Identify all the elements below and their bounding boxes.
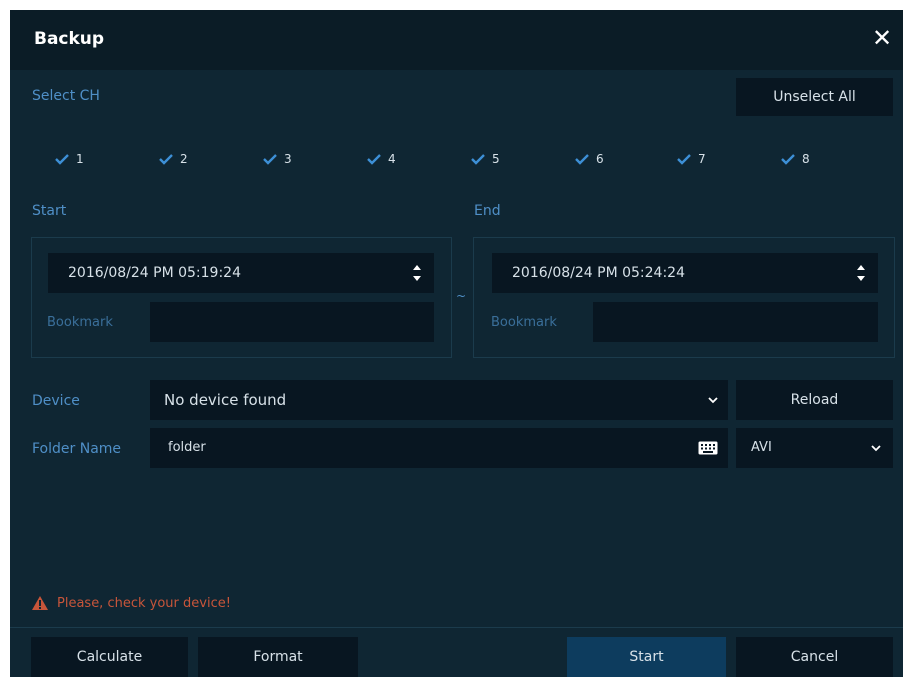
folder-name-label: Folder Name xyxy=(32,441,122,457)
end-bookmark-label: Bookmark xyxy=(491,315,557,330)
channel-label: 3 xyxy=(284,152,292,166)
warning-icon xyxy=(32,596,48,610)
channel-label: 7 xyxy=(698,152,706,166)
check-icon xyxy=(471,154,485,165)
chevron-down-icon xyxy=(871,445,881,452)
check-icon xyxy=(367,154,381,165)
select-ch-label: Select CH xyxy=(32,88,100,104)
device-select-value: No device found xyxy=(164,391,287,409)
check-icon xyxy=(263,154,277,165)
device-label: Device xyxy=(32,393,80,409)
backup-dialog: Backup ✕ Select CH Unselect All 1 2 3 4 … xyxy=(10,10,903,677)
end-datetime-field[interactable]: 2016/08/24 PM 05:24:24 xyxy=(492,253,878,293)
device-select[interactable]: No device found xyxy=(150,380,728,420)
end-label: End xyxy=(474,203,501,219)
format-button[interactable]: Format xyxy=(198,637,358,677)
channel-checkbox-6[interactable]: 6 xyxy=(574,152,604,166)
start-label: Start xyxy=(32,203,67,219)
channel-checkbox-5[interactable]: 5 xyxy=(470,152,500,166)
up-down-spinner-icon[interactable] xyxy=(856,263,866,283)
check-icon xyxy=(575,154,589,165)
channel-checkbox-1[interactable]: 1 xyxy=(54,152,84,166)
warning-message: Please, check your device! xyxy=(31,595,231,611)
title-bar: Backup ✕ xyxy=(10,10,903,70)
file-format-select[interactable]: AVI xyxy=(736,428,893,468)
calculate-button[interactable]: Calculate xyxy=(31,637,188,677)
close-icon[interactable]: ✕ xyxy=(869,25,895,51)
range-separator: ~ xyxy=(456,289,467,303)
warning-text: Please, check your device! xyxy=(57,595,231,611)
channel-checkbox-3[interactable]: 3 xyxy=(262,152,292,166)
cancel-button[interactable]: Cancel xyxy=(736,637,893,677)
channel-label: 1 xyxy=(76,152,84,166)
channel-checkbox-4[interactable]: 4 xyxy=(366,152,396,166)
start-bookmark-label: Bookmark xyxy=(47,315,113,330)
folder-name-value: folder xyxy=(168,440,206,455)
channel-checkbox-8[interactable]: 8 xyxy=(780,152,810,166)
start-bookmark-input[interactable] xyxy=(150,302,434,342)
start-datetime-field[interactable]: 2016/08/24 PM 05:19:24 xyxy=(48,253,434,293)
file-format-value: AVI xyxy=(751,440,772,455)
channel-label: 8 xyxy=(802,152,810,166)
reload-button[interactable]: Reload xyxy=(736,380,893,420)
check-icon xyxy=(677,154,691,165)
channel-checkbox-2[interactable]: 2 xyxy=(158,152,188,166)
end-bookmark-input[interactable] xyxy=(593,302,878,342)
dialog-title: Backup xyxy=(34,29,105,49)
keyboard-icon[interactable] xyxy=(698,441,718,455)
start-datetime-value: 2016/08/24 PM 05:19:24 xyxy=(68,265,241,281)
end-datetime-value: 2016/08/24 PM 05:24:24 xyxy=(512,265,685,281)
up-down-spinner-icon[interactable] xyxy=(412,263,422,283)
channel-label: 2 xyxy=(180,152,188,166)
chevron-down-icon xyxy=(708,397,718,404)
channel-label: 4 xyxy=(388,152,396,166)
check-icon xyxy=(159,154,173,165)
start-button[interactable]: Start xyxy=(567,637,726,677)
check-icon xyxy=(55,154,69,165)
unselect-all-button[interactable]: Unselect All xyxy=(736,78,893,116)
footer-divider xyxy=(10,627,903,628)
check-icon xyxy=(781,154,795,165)
folder-name-input[interactable]: folder xyxy=(150,428,728,468)
channel-label: 6 xyxy=(596,152,604,166)
channel-label: 5 xyxy=(492,152,500,166)
channel-checkbox-7[interactable]: 7 xyxy=(676,152,706,166)
